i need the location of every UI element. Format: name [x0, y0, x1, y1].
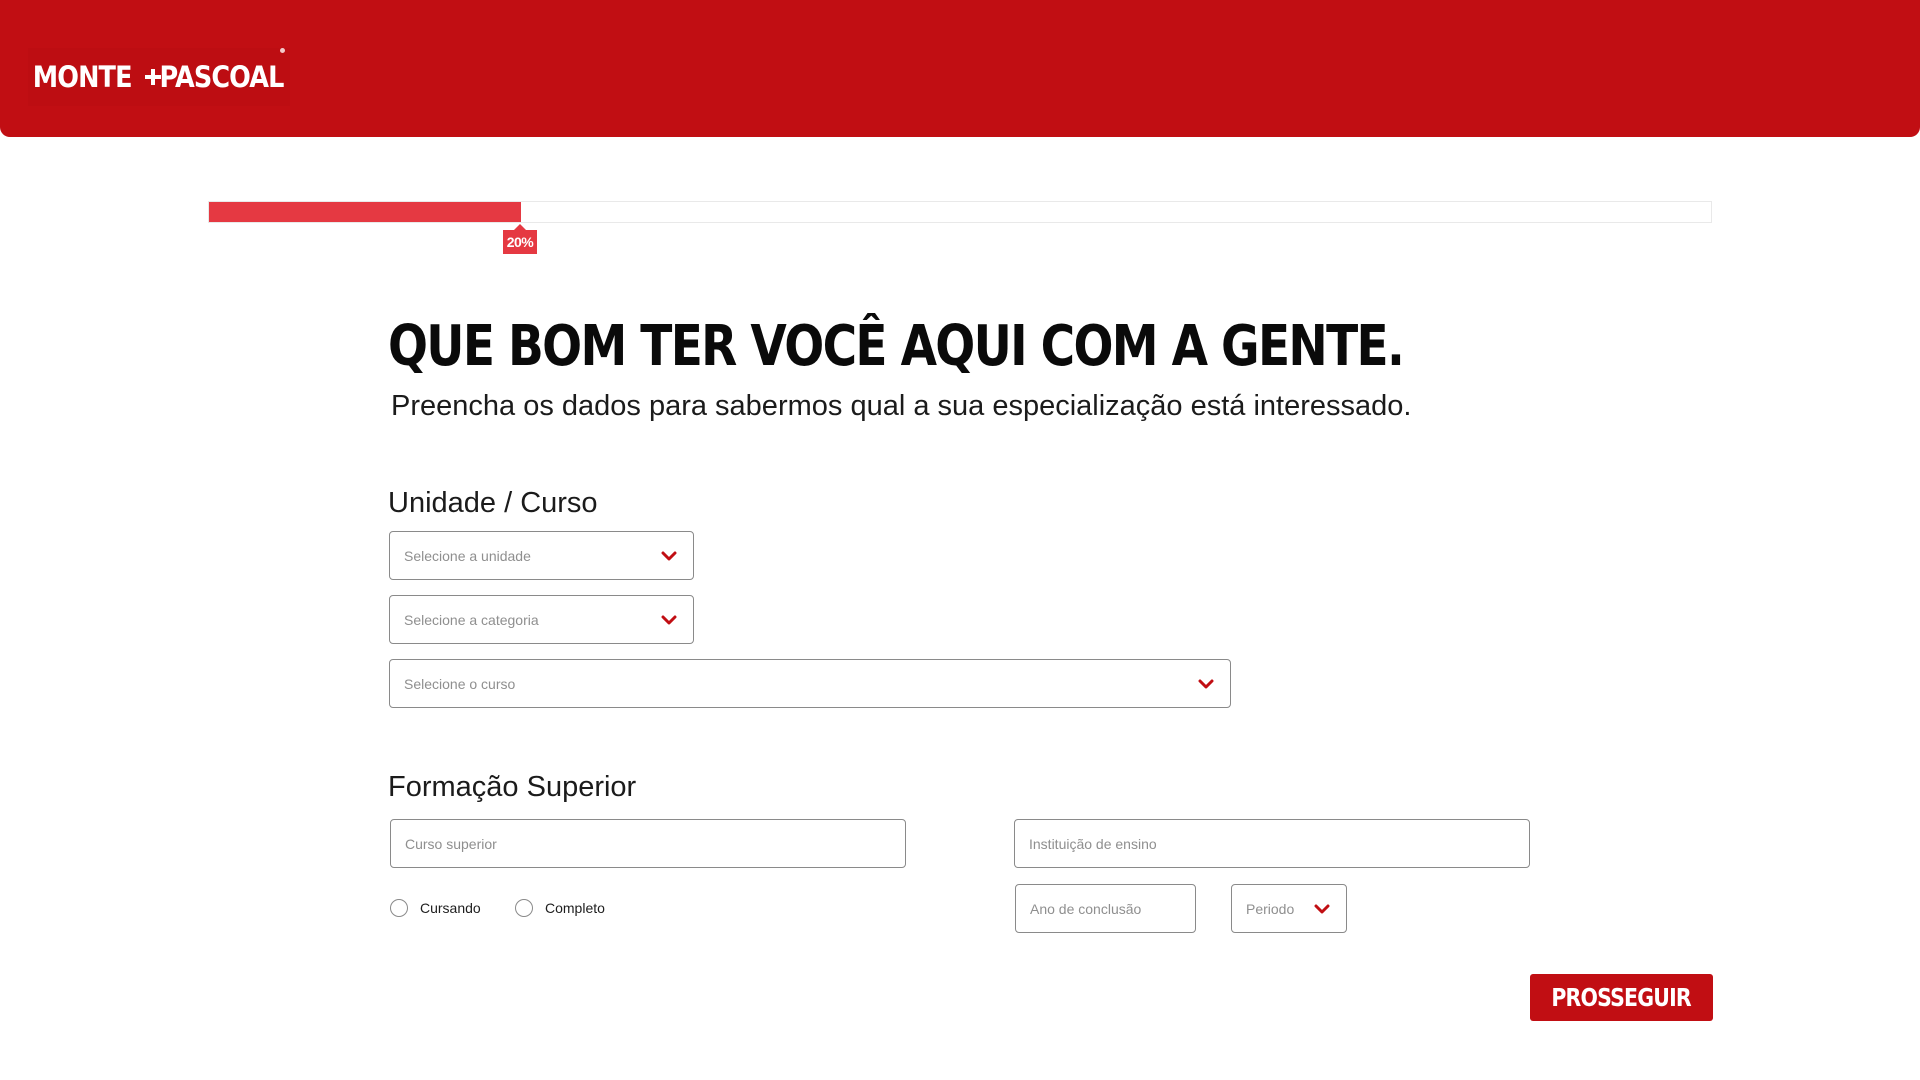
institution-placeholder: Instituição de ensino — [1029, 835, 1157, 852]
chevron-down-icon — [1198, 679, 1214, 689]
chevron-down-icon — [661, 615, 677, 625]
course-select[interactable]: Selecione o curso — [389, 659, 1231, 708]
status-radio-label: Completo — [545, 900, 605, 916]
progress-bar-fill — [209, 202, 522, 222]
progress-bar — [208, 201, 1712, 223]
brand-logo[interactable]: MONTE PASCOAL — [28, 48, 290, 106]
category-select-placeholder: Selecione a categoria — [404, 611, 539, 628]
progress-percent-label: 20% — [503, 224, 537, 254]
period-select-placeholder: Periodo — [1246, 900, 1295, 917]
radio-button-icon[interactable] — [515, 899, 533, 917]
higher-course-placeholder: Curso superior — [405, 835, 497, 852]
status-radio-label: Cursando — [420, 900, 481, 916]
chevron-down-icon — [1314, 904, 1330, 914]
chevron-down-icon — [661, 551, 677, 561]
registered-mark-icon — [280, 48, 285, 53]
graduation-year-input[interactable]: Ano de conclusão — [1015, 884, 1196, 933]
section-title-higher-education: Formação Superior — [388, 771, 637, 803]
graduation-year-placeholder: Ano de conclusão — [1030, 900, 1142, 917]
unit-select[interactable]: Selecione a unidade — [389, 531, 694, 580]
page-title: QUE BOM TER VOCÊ AQUI COM A GENTE. — [388, 314, 1405, 379]
institution-input[interactable]: Instituição de ensino — [1014, 819, 1530, 868]
proceed-button-label: PROSSEGUIR — [1551, 983, 1692, 1012]
logo-text-right: PASCOAL — [159, 60, 284, 94]
category-select[interactable]: Selecione a categoria — [389, 595, 694, 644]
radio-button-icon[interactable] — [390, 899, 408, 917]
logo-text-left: MONTE — [33, 60, 133, 94]
status-radio-completo[interactable]: Completo — [515, 899, 605, 917]
course-select-placeholder: Selecione o curso — [404, 675, 516, 692]
proceed-button[interactable]: PROSSEGUIR — [1530, 974, 1713, 1021]
unit-select-placeholder: Selecione a unidade — [404, 547, 531, 564]
site-header: MONTE PASCOAL — [0, 0, 1920, 137]
higher-course-input[interactable]: Curso superior — [390, 819, 906, 868]
status-radio-cursando[interactable]: Cursando — [390, 899, 481, 917]
page-subtitle: Preencha os dados para sabermos qual a s… — [391, 390, 1412, 422]
period-select[interactable]: Periodo — [1231, 884, 1347, 933]
section-title-unit-course: Unidade / Curso — [388, 487, 598, 519]
